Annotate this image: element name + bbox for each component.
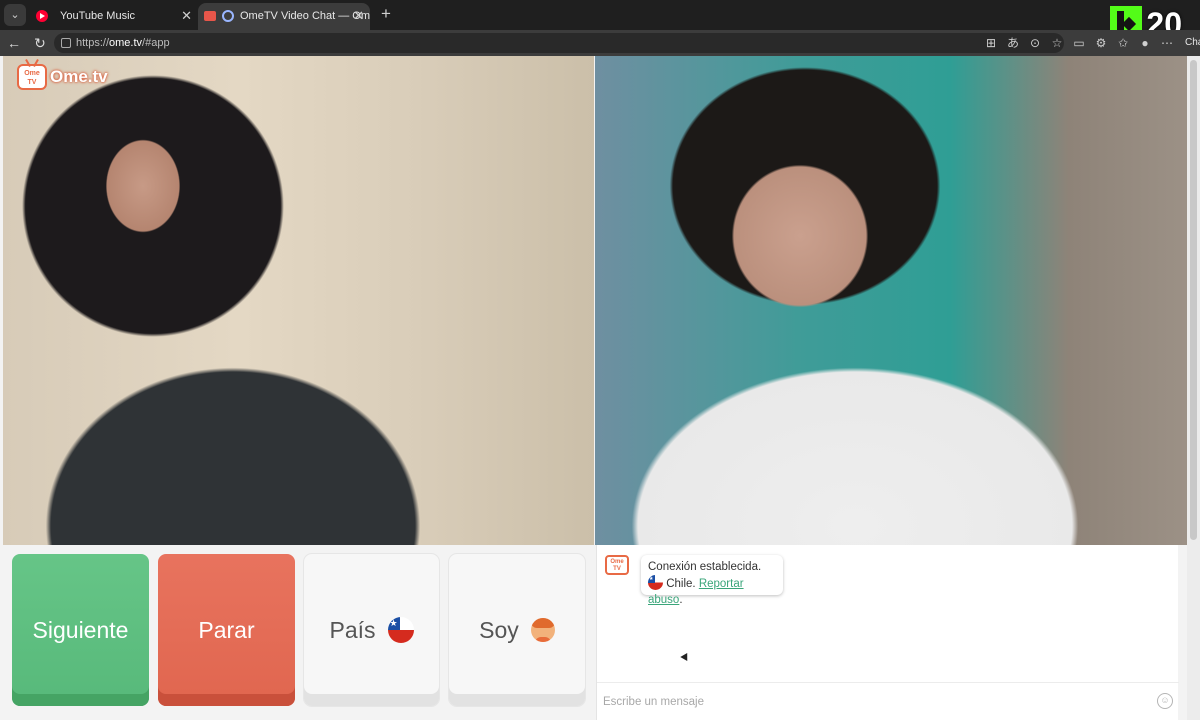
- system-message: Conexión establecida. Chile. Reportar ab…: [641, 555, 783, 606]
- page-scrollbar[interactable]: [1187, 56, 1200, 720]
- favorites-icon[interactable]: ✩: [1112, 33, 1134, 53]
- message-input[interactable]: [603, 689, 1143, 715]
- chile-flag-icon: [387, 617, 414, 643]
- site-favicon-icon: [222, 10, 234, 22]
- chile-flag-icon: [648, 575, 663, 590]
- stranger-video: Ome TV Ome.tv: [3, 56, 594, 545]
- next-button[interactable]: Siguiente: [12, 554, 149, 706]
- chat-input-bar: ☺: [597, 682, 1179, 720]
- message-line-1: Conexión establecida.: [648, 561, 762, 573]
- tv-favicon-icon: [204, 11, 216, 21]
- more-circle-icon[interactable]: ⊙: [1024, 33, 1046, 53]
- browser-tab-bar: ⌄ YouTube Music ✕ OmeTV Video Chat — Ome…: [0, 0, 1200, 30]
- camera-icon[interactable]: ▭: [1068, 33, 1090, 53]
- translate-icon[interactable]: あ: [1002, 33, 1024, 53]
- url-path: /#app: [142, 37, 170, 49]
- tab-title: OmeTV Video Chat — Omegl: [240, 10, 370, 22]
- tab-list-chevron-down-icon[interactable]: ⌄: [4, 4, 26, 26]
- profile-avatar-icon[interactable]: ●: [1134, 33, 1156, 53]
- url-scheme: https://: [76, 37, 110, 49]
- star-icon[interactable]: ☆: [1046, 33, 1068, 53]
- message-country: Chile.: [666, 578, 696, 590]
- self-camera-video: [595, 56, 1187, 545]
- ometv-page: Ome TV Ome.tv Siguiente Parar País Soy O…: [0, 56, 1200, 720]
- toolbar-icons: ⊞ あ ⊙ ☆ ▭ ⚙ ✩ ● ⋯ Chat: [980, 33, 1200, 53]
- ometv-logo: Ome TV Ome.tv: [17, 64, 108, 90]
- new-tab-plus-icon[interactable]: +: [376, 4, 396, 24]
- chat-button-label: Chat: [1185, 37, 1200, 48]
- boy-emoji-icon: [530, 618, 555, 642]
- message-line-2: Chile. Reportar abuso.: [648, 575, 776, 608]
- tab-youtube-music[interactable]: YouTube Music ✕: [28, 3, 198, 30]
- address-bar[interactable]: https://ome.tv/#app: [54, 33, 1064, 53]
- tab-ometv[interactable]: OmeTV Video Chat — Omegl ✕: [198, 3, 370, 30]
- logo-text: Ome.tv: [50, 67, 108, 86]
- smiley-icon[interactable]: ☺: [1157, 693, 1173, 709]
- ometv-bot-avatar-icon: Ome TV: [605, 555, 629, 575]
- extensions-icon[interactable]: ⚙: [1090, 33, 1112, 53]
- youtube-music-favicon-icon: [36, 10, 48, 22]
- tab-close-icon[interactable]: ✕: [353, 3, 364, 29]
- scrollbar-thumb[interactable]: [1190, 60, 1197, 540]
- lock-icon: [61, 38, 71, 48]
- country-button[interactable]: País: [304, 554, 439, 706]
- reload-icon[interactable]: ↻: [30, 33, 50, 53]
- gender-button[interactable]: Soy: [449, 554, 585, 706]
- chat-button[interactable]: Chat: [1178, 33, 1200, 53]
- back-arrow-icon[interactable]: ←: [4, 33, 24, 53]
- next-button-label: Siguiente: [32, 616, 129, 643]
- browser-toolbar: ← ↻ https://ome.tv/#app ⊞ あ ⊙ ☆ ▭ ⚙ ✩ ● …: [0, 30, 1200, 56]
- stop-button[interactable]: Parar: [158, 554, 295, 706]
- report-suffix: .: [679, 594, 683, 606]
- tab-close-icon[interactable]: ✕: [181, 3, 192, 29]
- stop-button-label: Parar: [198, 616, 255, 643]
- chat-panel: Ome TV Conexión establecida. Chile. Repo…: [596, 545, 1179, 720]
- tv-logo-icon: Ome TV: [17, 64, 47, 90]
- gender-button-label: Soy: [479, 616, 519, 643]
- tab-title: YouTube Music: [60, 10, 136, 22]
- country-button-label: País: [329, 616, 376, 643]
- grid-icon[interactable]: ⊞: [980, 33, 1002, 53]
- url-host: ome.tv: [109, 37, 143, 49]
- menu-dots-icon[interactable]: ⋯: [1156, 33, 1178, 53]
